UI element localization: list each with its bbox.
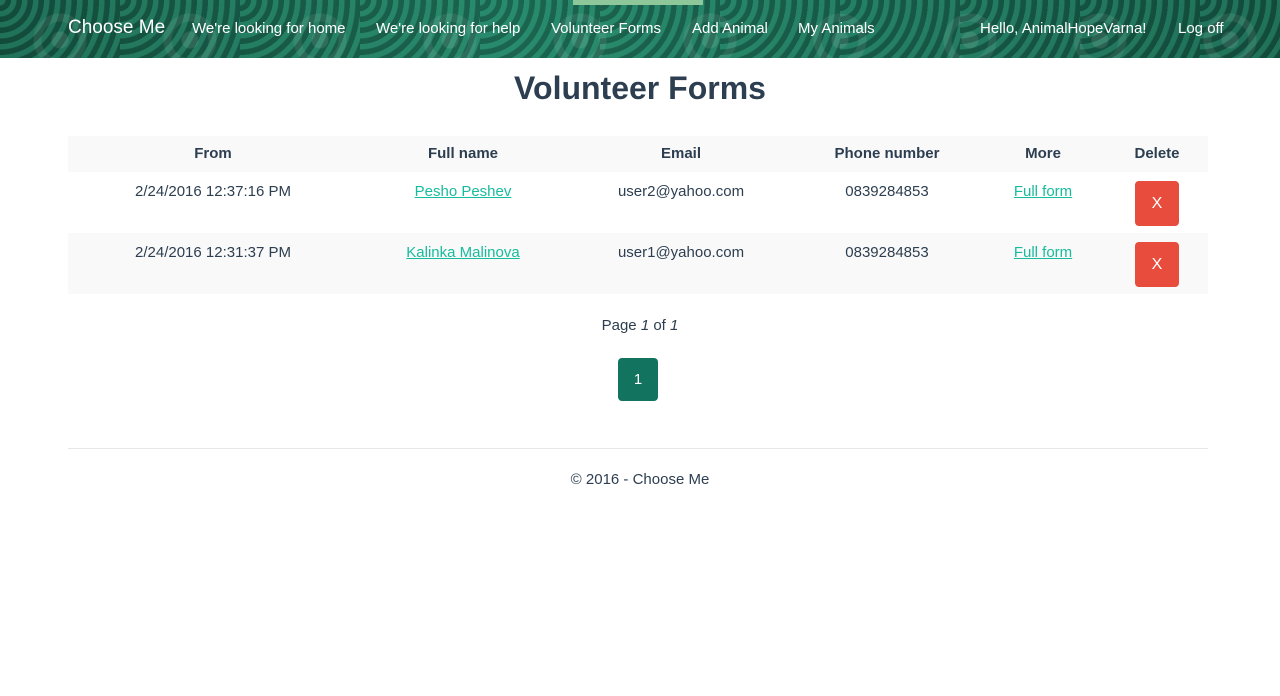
table-row: 2/24/2016 12:37:16 PM Pesho Peshev user2… (68, 172, 1208, 233)
cell-phone: 0839284853 (845, 244, 929, 261)
nav-add-animal[interactable]: Add Animal (692, 18, 768, 40)
cell-full-name: Pesho Peshev (363, 182, 563, 202)
cell-phone: 0839284853 (845, 183, 929, 200)
full-form-link[interactable]: Full form (1014, 183, 1072, 200)
top-navbar: Choose Me We're looking for home We're l… (0, 0, 1280, 58)
full-name-link[interactable]: Kalinka Malinova (406, 244, 519, 261)
header-delete: Delete (1134, 145, 1180, 162)
nav-my-animals[interactable]: My Animals (798, 18, 875, 40)
table-row: 2/24/2016 12:31:37 PM Kalinka Malinova u… (68, 233, 1208, 294)
user-greeting-link[interactable]: Hello, AnimalHopeVarna! (980, 18, 1146, 40)
nav-volunteer-forms[interactable]: Volunteer Forms (551, 18, 661, 40)
header-email: Email (660, 145, 702, 162)
nav-looking-for-help[interactable]: We're looking for help (376, 18, 520, 40)
page-1-button[interactable]: 1 (618, 358, 658, 401)
pagination-of-label: of (653, 317, 666, 334)
table-header: From Full name Email Phone number More D… (68, 136, 1208, 172)
pagination-page-label: Page (601, 317, 637, 334)
nav-looking-for-home[interactable]: We're looking for home (192, 18, 346, 40)
page-title: Volunteer Forms (514, 70, 766, 106)
cell-email: user1@yahoo.com (617, 244, 745, 261)
pagination-summary: Page 1 of 1 (0, 316, 1280, 336)
cell-full-name: Kalinka Malinova (363, 243, 563, 263)
header-more: More (1025, 145, 1061, 162)
pagination-total: 1 (670, 317, 679, 334)
logoff-link[interactable]: Log off (1178, 18, 1224, 40)
cell-email: user2@yahoo.com (617, 183, 745, 200)
full-form-link[interactable]: Full form (1014, 244, 1072, 261)
delete-button[interactable]: X (1135, 181, 1179, 226)
volunteer-forms-table: From Full name Email Phone number More D… (68, 136, 1208, 294)
cell-more: Full form (993, 243, 1093, 263)
footer-divider (68, 448, 1208, 449)
header-phone: Phone number (834, 145, 940, 162)
delete-button[interactable]: X (1135, 242, 1179, 287)
header-from: From (194, 145, 232, 162)
brand-link[interactable]: Choose Me (68, 15, 165, 41)
full-name-link[interactable]: Pesho Peshev (415, 183, 512, 200)
cell-from: 2/24/2016 12:31:37 PM (135, 244, 291, 261)
header-full-name: Full name (427, 145, 498, 162)
pagination-current: 1 (640, 317, 650, 334)
active-nav-indicator (573, 0, 703, 5)
cell-more: Full form (993, 182, 1093, 202)
cell-from: 2/24/2016 12:37:16 PM (135, 183, 291, 200)
footer-text: © 2016 - Choose Me (570, 471, 710, 488)
